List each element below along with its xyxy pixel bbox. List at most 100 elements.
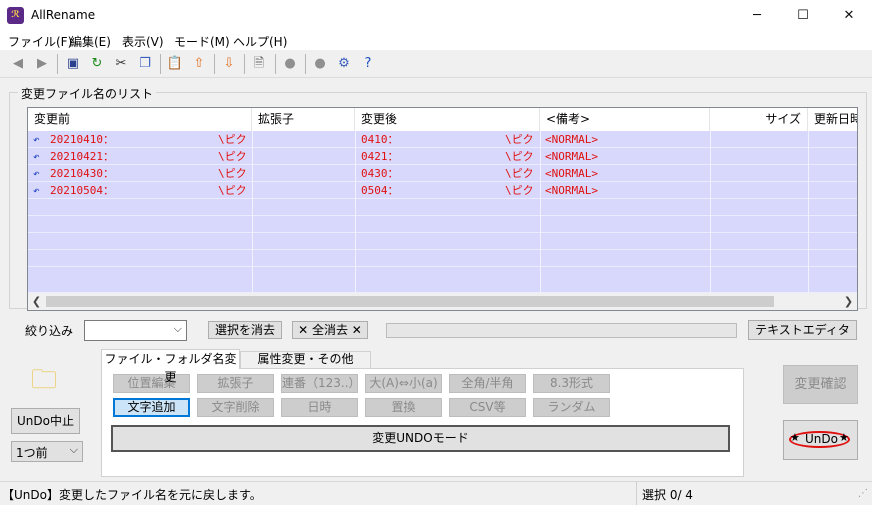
undo-arrow-icon: ↶ xyxy=(33,167,40,180)
chevron-down-icon[interactable]: ⌵ xyxy=(174,322,182,336)
cell-note: <NORMAL> xyxy=(545,167,598,180)
column-divider xyxy=(710,131,711,294)
column-divider xyxy=(808,131,809,294)
scrollbar-thumb[interactable] xyxy=(46,296,774,307)
full-half-width-button[interactable]: 全角/半角 xyxy=(449,374,526,393)
file-list[interactable]: 変更前 拡張子 変更後 <備考> サイズ 更新日時 ↶ 20210410： \ピ… xyxy=(27,107,858,311)
minimize-button[interactable]: ─ xyxy=(734,0,780,31)
document-icon[interactable]: 🗎 xyxy=(250,55,268,73)
window-title: AllRename xyxy=(31,8,96,22)
app-logo-icon: ℛ xyxy=(7,7,24,24)
column-header-size[interactable]: サイズ xyxy=(710,108,808,131)
toolbar-separator xyxy=(305,54,306,74)
cell-before-tail: \ピク xyxy=(218,184,247,197)
record-icon[interactable]: ● xyxy=(311,55,329,73)
table-row[interactable]: ↶ 20210410： \ピク 0410： \ピク <NORMAL> xyxy=(28,131,857,148)
clear-selection-button[interactable]: 選択を消去 xyxy=(208,321,282,339)
undo-stop-button[interactable]: UnDo中止 xyxy=(11,408,80,434)
filter-label: 絞り込み xyxy=(25,324,74,338)
menu-help[interactable]: ヘルプ(H) xyxy=(233,33,287,50)
column-header-note[interactable]: <備考> xyxy=(540,108,710,131)
resize-grip-icon[interactable]: ⋰ xyxy=(858,488,868,499)
tab-attributes-other[interactable]: 属性変更・その他 xyxy=(240,351,371,368)
empty-row xyxy=(28,267,857,293)
help-icon[interactable]: ? xyxy=(359,55,377,73)
undo-button[interactable]: ★ UnDo ★ xyxy=(783,420,858,460)
clear-all-button[interactable]: ✕ 全消去 ✕ xyxy=(292,321,368,339)
selection-count: 選択 0/ 4 xyxy=(642,488,693,502)
cut-icon[interactable]: ✂ xyxy=(112,55,130,73)
menu-bar: ファイル(F) 編集(E) 表示(V) モード(M) ヘルプ(H) xyxy=(0,31,872,50)
table-row[interactable]: ↶ 20210421： \ピク 0421： \ピク <NORMAL> xyxy=(28,148,857,165)
cell-before: 20210504： xyxy=(50,184,114,197)
replace-button[interactable]: 置換 xyxy=(365,398,442,417)
close-button[interactable]: ✕ xyxy=(826,0,872,31)
stop-icon[interactable]: ● xyxy=(281,55,299,73)
short-name-button[interactable]: 8.3形式 xyxy=(533,374,610,393)
undo-mode-button[interactable]: 変更UNDOモード xyxy=(111,425,730,452)
empty-row xyxy=(28,250,857,267)
empty-row xyxy=(28,216,857,233)
progress-bar xyxy=(386,323,737,338)
copy-icon[interactable]: ❐ xyxy=(136,55,154,73)
position-edit-button[interactable]: 位置編集 xyxy=(113,374,190,393)
delete-text-button[interactable]: 文字削除 xyxy=(197,398,274,417)
datetime-button[interactable]: 日時 xyxy=(281,398,358,417)
chevron-down-icon[interactable]: ⌵ xyxy=(70,443,78,457)
cell-after-tail: \ピク xyxy=(505,133,534,146)
text-editor-button[interactable]: テキストエディタ xyxy=(748,320,857,340)
table-row[interactable]: ↶ 20210430： \ピク 0430： \ピク <NORMAL> xyxy=(28,165,857,182)
move-up-icon[interactable]: ⇧ xyxy=(190,55,208,73)
cell-note: <NORMAL> xyxy=(545,150,598,163)
status-divider xyxy=(636,482,637,505)
maximize-button[interactable]: ☐ xyxy=(780,0,826,31)
case-convert-button[interactable]: 大(A)⇔小(a) xyxy=(365,374,442,393)
column-header-modified[interactable]: 更新日時 xyxy=(808,108,857,131)
list-header: 変更前 拡張子 変更後 <備考> サイズ 更新日時 xyxy=(28,108,857,132)
paste-icon[interactable]: 📋 xyxy=(166,55,184,73)
folder-icon[interactable]: 🗀 xyxy=(31,366,63,394)
scroll-left-icon[interactable]: ❮ xyxy=(28,293,45,310)
table-row[interactable]: ↶ 20210504： \ピク 0504： \ピク <NORMAL> xyxy=(28,182,857,199)
tab-file-folder-rename[interactable]: ファイル・フォルダ名変更 xyxy=(101,349,240,384)
undo-step-select[interactable]: 1つ前 ⌵ xyxy=(11,441,83,462)
save-icon[interactable]: ▣ xyxy=(64,55,82,73)
column-header-after[interactable]: 変更後 xyxy=(355,108,540,131)
toolbar-separator xyxy=(275,54,276,74)
sequence-number-button[interactable]: 連番（123..） xyxy=(281,374,361,393)
confirm-changes-button[interactable]: 変更確認 xyxy=(783,365,858,404)
file-list-group-label: 変更ファイル名のリスト xyxy=(18,85,157,102)
star-icon: ★ xyxy=(839,431,849,444)
cell-before: 20210421： xyxy=(50,150,114,163)
cell-note: <NORMAL> xyxy=(545,133,598,146)
status-message: 【UnDo】変更したファイル名を元に戻します。 xyxy=(2,488,262,502)
column-header-before[interactable]: 変更前 xyxy=(28,108,252,131)
status-bar: 【UnDo】変更したファイル名を元に戻します。 選択 0/ 4 ⋰ xyxy=(0,481,872,505)
menu-mode[interactable]: モード(M) xyxy=(174,33,230,50)
menu-edit[interactable]: 編集(E) xyxy=(70,33,111,50)
filter-combobox[interactable]: ⌵ xyxy=(84,320,187,341)
settings-icon[interactable]: ⚙ xyxy=(335,55,353,73)
refresh-icon[interactable]: ↻ xyxy=(88,55,106,73)
menu-file[interactable]: ファイル(F) xyxy=(8,33,72,50)
toolbar-separator xyxy=(214,54,215,74)
back-folder-icon[interactable]: ◀ xyxy=(9,55,27,73)
menu-view[interactable]: 表示(V) xyxy=(122,33,164,50)
add-text-button[interactable]: 文字追加 xyxy=(113,398,190,417)
scroll-right-icon[interactable]: ❯ xyxy=(840,293,857,310)
extension-button[interactable]: 拡張子 xyxy=(197,374,274,393)
horizontal-scrollbar[interactable]: ❮ ❯ xyxy=(28,293,857,310)
undo-arrow-icon: ↶ xyxy=(33,184,40,197)
column-header-extension[interactable]: 拡張子 xyxy=(252,108,355,131)
cell-after: 0410： xyxy=(361,133,399,146)
title-bar: ℛ AllRename ─ ☐ ✕ xyxy=(0,0,872,31)
cell-note: <NORMAL> xyxy=(545,184,598,197)
csv-button[interactable]: CSV等 xyxy=(449,398,526,417)
move-down-icon[interactable]: ⇩ xyxy=(220,55,238,73)
undo-arrow-icon: ↶ xyxy=(33,133,40,146)
forward-folder-icon[interactable]: ▶ xyxy=(33,55,51,73)
random-button[interactable]: ランダム xyxy=(533,398,610,417)
column-divider xyxy=(252,131,253,294)
cell-after: 0421： xyxy=(361,150,399,163)
undo-button-label: UnDo xyxy=(805,432,838,446)
